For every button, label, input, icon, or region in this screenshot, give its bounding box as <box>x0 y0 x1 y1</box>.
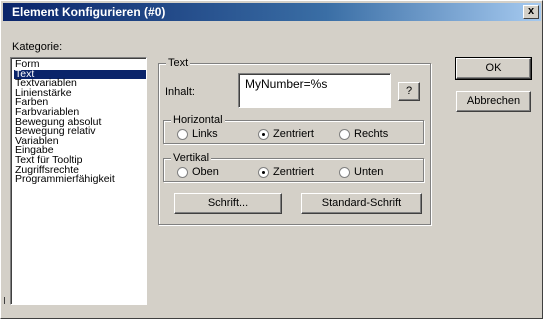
vertikal-title: Vertikal <box>171 152 212 164</box>
radio-label: Rechts <box>354 128 389 140</box>
radio-label: Oben <box>192 166 219 178</box>
element-konfigurieren-dialog: Element Konfigurieren (#0) x Kategorie: … <box>0 0 543 319</box>
kategorie-label: Kategorie: <box>12 41 63 53</box>
radio-unten[interactable]: Unten <box>339 166 383 178</box>
inhalt-label: Inhalt: <box>165 86 195 98</box>
radio-button-icon <box>177 128 188 140</box>
vertikal-groupbox: Vertikal Oben Zentriert Unten <box>163 152 424 182</box>
browse-button[interactable]: ? <box>398 82 420 101</box>
resize-edge-mark <box>4 297 5 304</box>
window-title: Element Konfigurieren (#0) <box>12 5 166 19</box>
radio-button-selected-icon <box>258 128 269 140</box>
schrift-button[interactable]: Schrift... <box>174 193 282 214</box>
horizontal-groupbox: Horizontal Links Zentriert Rechts <box>163 114 424 144</box>
radio-label: Zentriert <box>273 166 314 178</box>
radio-button-icon <box>339 128 350 140</box>
inhalt-input[interactable]: MyNumber=%s <box>238 73 391 108</box>
radio-zentriert-vertikal[interactable]: Zentriert <box>258 166 314 178</box>
ok-button[interactable]: OK <box>455 57 532 80</box>
close-icon: x <box>527 5 535 17</box>
abbrechen-button[interactable]: Abbrechen <box>456 91 531 112</box>
radio-zentriert-horizontal[interactable]: Zentriert <box>258 128 314 140</box>
radio-button-icon <box>339 166 350 178</box>
text-groupbox: Text Inhalt: MyNumber=%s ? Horizontal Li… <box>158 57 431 225</box>
text-group-title: Text <box>166 57 191 69</box>
radio-label: Unten <box>354 166 384 178</box>
radio-button-icon <box>177 166 188 178</box>
list-item[interactable]: Programmierfähigkeit <box>14 174 146 185</box>
radio-oben[interactable]: Oben <box>177 166 219 178</box>
horizontal-title: Horizontal <box>171 114 225 126</box>
radio-links[interactable]: Links <box>177 128 218 140</box>
close-button[interactable]: x <box>523 5 539 19</box>
standard-schrift-button[interactable]: Standard-Schrift <box>301 193 422 214</box>
radio-label: Zentriert <box>273 128 314 140</box>
radio-button-selected-icon <box>258 166 269 178</box>
radio-rechts[interactable]: Rechts <box>339 128 388 140</box>
radio-label: Links <box>192 128 218 140</box>
title-bar[interactable]: Element Konfigurieren (#0) x <box>3 3 541 21</box>
kategorie-listbox[interactable]: Form Text Textvariablen Linienstärke Far… <box>10 57 147 305</box>
